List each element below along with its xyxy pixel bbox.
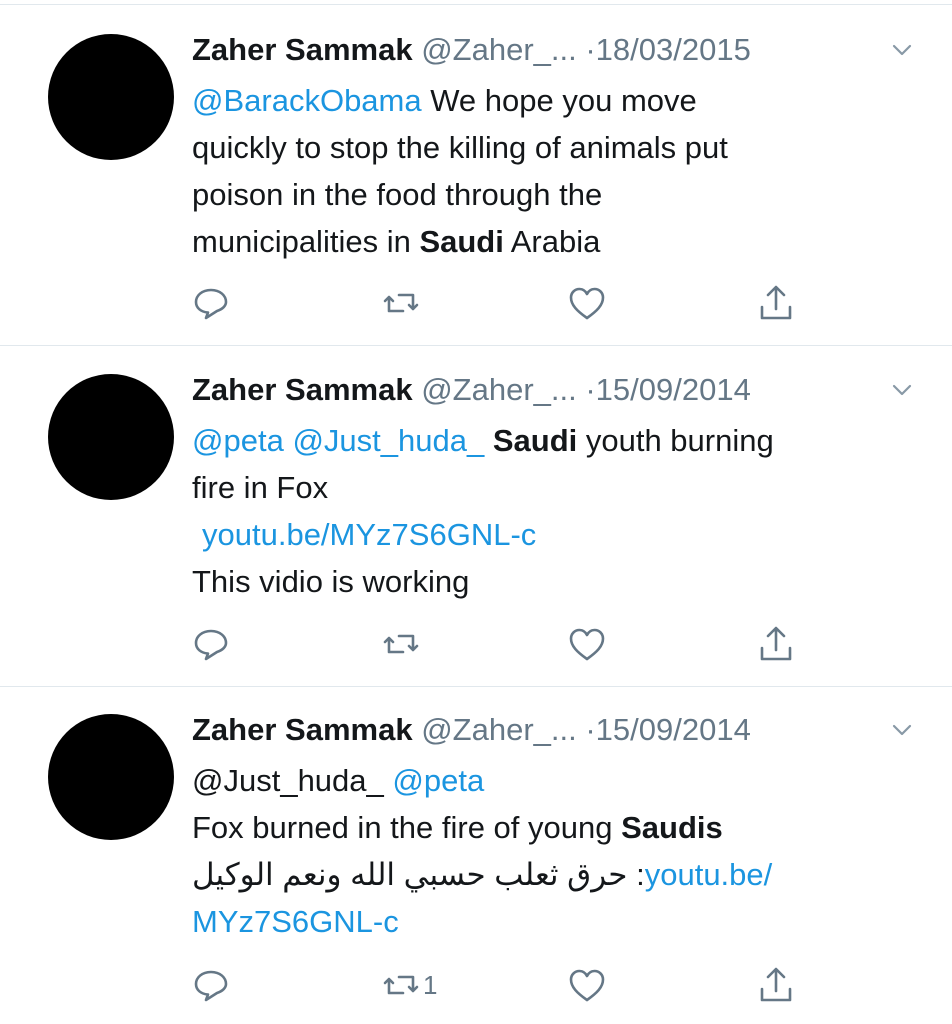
share-icon [760,626,792,661]
user-handle[interactable]: @Zaher_... [421,372,577,407]
tweet-text: @peta @Just_huda_ Saudi youth burning fi… [192,417,902,605]
text-line: municipalities in Saudi Arabia [192,218,902,265]
text-line: حرق ثعلب حسبي الله ونعم الوكيل :youtu.be… [192,851,902,898]
reply-icon [194,288,228,320]
display-name[interactable]: Zaher Sammak [192,372,413,407]
text-span: quickly to stop the killing of animals p… [192,130,728,165]
separator-dot: · [585,712,596,747]
text-line: @peta @Just_huda_ Saudi youth burning [192,417,902,464]
retweet-icon [383,975,419,995]
chevron-down-icon[interactable] [890,378,914,402]
text-line: This vidio is working [192,558,902,605]
share-button[interactable] [756,624,796,664]
share-icon [760,285,792,320]
tweet-header: Zaher Sammak @Zaher_... ·18/03/2015 [192,28,952,72]
display-name[interactable]: Zaher Sammak [192,32,413,67]
reply-button[interactable] [191,624,231,664]
avatar[interactable] [48,34,174,160]
reply-icon [194,970,228,1002]
text-line: fire in Fox [192,464,902,511]
url-link[interactable]: MYz7S6GNL-c [192,904,399,939]
text-span: youth burning [577,423,774,458]
display-name[interactable]: Zaher Sammak [192,712,413,747]
tweet-text: @BarackObama We hope you move quickly to… [192,77,902,265]
share-icon [760,967,792,1002]
chevron-down-icon[interactable] [890,38,914,62]
share-button[interactable] [756,965,796,1005]
text-line: youtu.be/MYz7S6GNL-c [192,511,902,558]
reply-icon [194,629,228,661]
tweet-text: @Just_huda_ @peta Fox burned in the fire… [192,757,902,945]
share-button[interactable] [756,283,796,323]
tweet-header: Zaher Sammak @Zaher_... ·15/09/2014 [192,368,952,412]
text-span: We hope you move [421,83,697,118]
tweet-actions [0,283,952,323]
user-handle[interactable]: @Zaher_... [421,712,577,747]
tweet-date[interactable]: 18/03/2015 [596,32,751,67]
url-link[interactable]: youtu.be/MYz7S6GNL-c [202,517,536,552]
separator-dot: · [585,372,596,407]
tweet[interactable]: Zaher Sammak @Zaher_... ·15/09/2014 @pet… [0,346,952,686]
tweet[interactable]: Zaher Sammak @Zaher_... ·18/03/2015 @Bar… [0,0,952,345]
text-line: quickly to stop the killing of animals p… [192,124,902,171]
text-span: This vidio is working [192,564,470,599]
mention-link[interactable]: @peta [392,763,484,798]
user-handle[interactable]: @Zaher_... [421,32,577,67]
text-span: Arabia [503,224,601,259]
text-span: poison in the food through the [192,177,603,212]
retweet-button[interactable] [381,624,421,664]
text-line: @Just_huda_ @peta [192,757,902,804]
heart-icon [569,628,605,661]
text-span [484,423,493,458]
reply-button[interactable] [191,965,231,1005]
text-span: : [636,857,645,892]
like-button[interactable] [567,624,607,664]
tweet-header: Zaher Sammak @Zaher_... ·15/09/2014 [192,708,952,752]
highlighted-term: Saudi [419,224,504,259]
url-link[interactable]: youtu.be/ [645,857,773,892]
tweet-date[interactable]: 15/09/2014 [596,712,751,747]
retweet-button[interactable] [381,283,421,323]
tweet[interactable]: Zaher Sammak @Zaher_... ·15/09/2014 @Jus… [0,687,952,1024]
text-line: @BarackObama We hope you move [192,77,902,124]
retweet-icon [383,634,419,654]
mention-link[interactable]: @BarackObama [192,83,422,118]
text-line: poison in the food through the [192,171,902,218]
text-line: Fox burned in the fire of young Saudis [192,804,902,851]
avatar[interactable] [48,714,174,840]
text-span: fire in Fox [192,470,329,505]
highlighted-term: Saudis [621,810,723,845]
heart-icon [569,287,605,320]
highlighted-term: Saudi [492,423,578,458]
reply-button[interactable] [191,283,231,323]
like-button[interactable] [567,965,607,1005]
text-span: municipalities in [192,224,420,259]
mention-link[interactable]: @peta [192,423,284,458]
like-button[interactable] [567,283,607,323]
arabic-text: حرق ثعلب حسبي الله ونعم الوكيل [192,857,628,892]
chevron-down-icon[interactable] [890,718,914,742]
tweet-date[interactable]: 15/09/2014 [596,372,751,407]
retweet-button[interactable] [381,965,421,1005]
retweet-icon [383,293,419,313]
text-span: @Just_huda_ [192,763,393,798]
tweet-actions: 1 [0,965,952,1005]
retweet-count: 1 [423,970,438,1000]
tweet-actions [0,624,952,664]
text-span: Fox burned in the fire of young [192,810,622,845]
mention-link[interactable]: @Just_huda_ [292,423,484,458]
avatar[interactable] [48,374,174,500]
heart-icon [569,969,605,1002]
text-line: MYz7S6GNL-c [192,898,902,945]
separator-dot: · [585,32,596,67]
